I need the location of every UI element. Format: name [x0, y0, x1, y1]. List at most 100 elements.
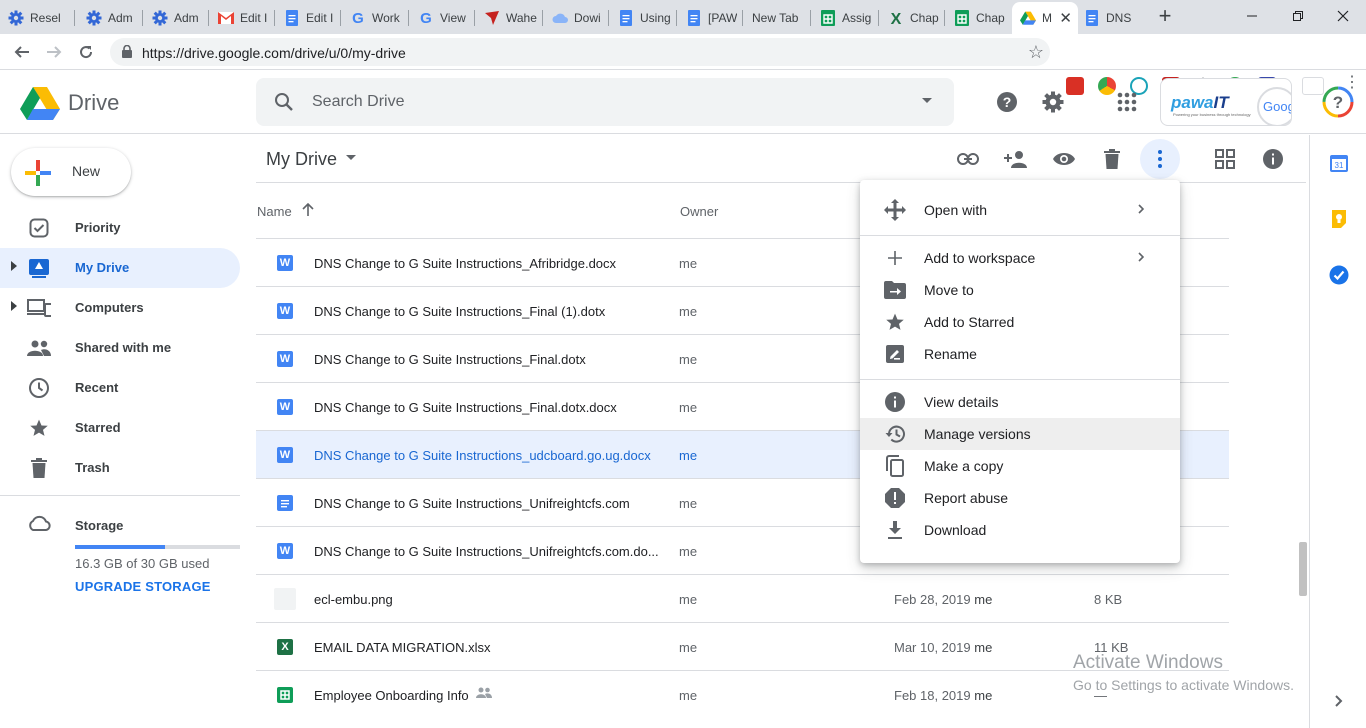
browser-tab[interactable]: G View	[410, 4, 470, 32]
account-avatar-icon[interactable]: ?	[1322, 86, 1354, 118]
word-file-icon: W	[277, 447, 293, 463]
sidebar-item-priority[interactable]: Priority	[0, 208, 240, 248]
brand-name-part: IT	[1213, 93, 1229, 112]
menu-item-label: Rename	[924, 346, 977, 362]
tab-title: Edit I	[306, 11, 334, 25]
cog-icon	[86, 10, 102, 26]
menu-item-open-with[interactable]: Open with	[860, 194, 1180, 226]
plus-icon	[884, 248, 906, 268]
menu-item-label: View details	[924, 394, 999, 410]
browser-tab[interactable]: X Chap	[880, 4, 940, 32]
new-tab-button[interactable]: +	[1156, 5, 1174, 27]
menu-item-add-to-starred[interactable]: Add to Starred	[860, 306, 1180, 338]
sidebar-item-label: My Drive	[75, 260, 130, 275]
close-tab-icon[interactable]: ✕	[1059, 9, 1072, 27]
minimize-button[interactable]	[1229, 0, 1275, 32]
app-name[interactable]: Drive	[68, 90, 119, 116]
sidebar-item-my-drive[interactable]: My Drive	[0, 248, 240, 288]
scrollbar-thumb[interactable]	[1299, 542, 1307, 596]
column-header-owner[interactable]: Owner	[680, 204, 718, 219]
remove-button[interactable]	[1100, 147, 1124, 171]
keep-icon[interactable]	[1329, 209, 1349, 229]
sidebar-item-starred[interactable]: Starred	[0, 408, 240, 448]
more-actions-button[interactable]	[1140, 139, 1180, 179]
menu-item-manage-versions[interactable]: Manage versions	[860, 418, 1180, 450]
file-modified-by: me	[974, 592, 993, 607]
word-file-icon: W	[277, 255, 293, 271]
organization-logo[interactable]: pawaIT Powering your business through te…	[1160, 78, 1292, 126]
title-dropdown-icon[interactable]	[346, 155, 356, 160]
tasks-icon[interactable]	[1329, 265, 1349, 285]
sidebar-divider	[0, 495, 240, 496]
word-file-icon: W	[277, 543, 293, 559]
sidebar-item-recent[interactable]: Recent	[0, 368, 240, 408]
browser-tab[interactable]: Dowi	[544, 4, 604, 32]
browser-tab[interactable]: Adm	[78, 4, 138, 32]
tab-separator	[340, 10, 341, 26]
browser-tab[interactable]: Using	[610, 4, 672, 32]
support-button[interactable]: ?	[993, 88, 1021, 116]
preview-button[interactable]	[1052, 147, 1076, 171]
search-box[interactable]	[256, 78, 954, 126]
expand-arrow-icon[interactable]	[11, 301, 17, 311]
storage-label[interactable]: Storage	[75, 518, 123, 533]
cog-icon	[8, 10, 24, 26]
new-button[interactable]: New	[11, 148, 131, 196]
browser-tab[interactable]: G Work	[342, 4, 404, 32]
docs-icon	[1084, 10, 1100, 26]
apps-button[interactable]	[1113, 88, 1141, 116]
close-window-button[interactable]	[1320, 0, 1366, 32]
menu-item-make-a-copy[interactable]: Make a copy	[860, 450, 1180, 482]
menu-item-rename[interactable]: Rename	[860, 338, 1180, 370]
browser-tab[interactable]: Edit I	[210, 4, 270, 32]
bookmark-star-icon[interactable]: ☆	[1028, 42, 1044, 63]
view-details-button[interactable]	[1261, 147, 1285, 171]
tab-separator	[742, 10, 743, 26]
share-button[interactable]	[1004, 147, 1028, 171]
upgrade-storage-link[interactable]: UPGRADE STORAGE	[75, 579, 211, 594]
browser-tab[interactable]: M ✕	[1012, 2, 1078, 34]
file-row[interactable]: ecl-embu.png me 8 KB Feb 28, 2019 me	[256, 574, 1229, 622]
search-input[interactable]	[312, 90, 872, 114]
forward-button[interactable]	[42, 40, 66, 64]
tab-separator	[74, 10, 75, 26]
sidebar-item-shared-with-me[interactable]: Shared with me	[0, 328, 240, 368]
menu-item-view-details[interactable]: View details	[860, 386, 1180, 418]
drive-logo-icon[interactable]	[20, 86, 60, 120]
get-link-button[interactable]	[956, 147, 980, 171]
back-button[interactable]	[10, 40, 34, 64]
sidebar-item-computers[interactable]: Computers	[0, 288, 240, 328]
menu-item-move-to[interactable]: Move to	[860, 274, 1180, 306]
expand-arrow-icon[interactable]	[11, 261, 17, 271]
reload-button[interactable]	[74, 40, 98, 64]
browser-tab[interactable]: Edit I	[276, 4, 336, 32]
drive-header: Drive ? pawaIT Powering your business th…	[0, 70, 1366, 134]
browser-tab[interactable]: Chap	[946, 4, 1006, 32]
address-bar[interactable]: https://drive.google.com/drive/u/0/my-dr…	[110, 38, 1050, 66]
browser-tab[interactable]: Wahe	[476, 4, 538, 32]
menu-item-add-to-workspace[interactable]: Add to workspace	[860, 242, 1180, 274]
sort-ascending-icon[interactable]	[302, 203, 314, 217]
menu-item-download[interactable]: Download	[860, 514, 1180, 546]
browser-tab[interactable]: [PAW	[678, 4, 738, 32]
settings-button[interactable]	[1039, 88, 1067, 116]
search-options-dropdown-icon[interactable]	[922, 98, 932, 103]
link-icon	[957, 153, 979, 165]
sidebar-item-trash[interactable]: Trash	[0, 448, 240, 488]
browser-tab[interactable]: Assig	[812, 4, 874, 32]
page-title[interactable]: My Drive	[266, 149, 337, 170]
browser-tab[interactable]: DNS	[1076, 4, 1144, 32]
menu-item-report-abuse[interactable]: Report abuse	[860, 482, 1180, 514]
browser-tab[interactable]: Adm	[144, 4, 204, 32]
browser-tab[interactable]: Resel	[0, 4, 70, 32]
grid-view-button[interactable]	[1213, 147, 1237, 171]
expand-panel-chevron-icon[interactable]	[1329, 691, 1349, 711]
open-with-icon	[884, 199, 906, 221]
browser-tab[interactable]: New Tab	[744, 4, 806, 32]
column-header-name[interactable]: Name	[257, 204, 292, 219]
calendar-icon[interactable]: 31	[1329, 153, 1349, 173]
maximize-button[interactable]	[1275, 0, 1321, 32]
copy-icon	[884, 455, 906, 477]
shared-people-icon	[476, 687, 492, 698]
back-arrow-icon	[14, 46, 29, 58]
